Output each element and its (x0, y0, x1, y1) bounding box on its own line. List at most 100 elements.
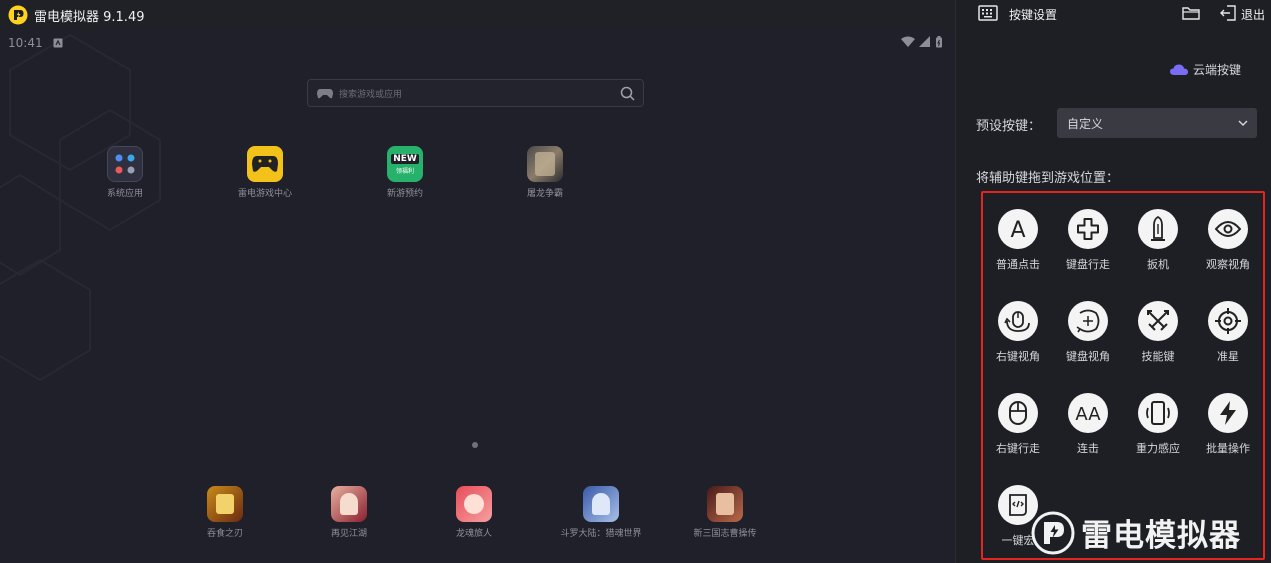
battery-icon (936, 36, 942, 48)
exit-button[interactable]: 退出 (1241, 6, 1265, 23)
key-label: 观察视角 (1206, 258, 1250, 271)
dock-app-4[interactable]: 斗罗大陆：猎魂世界 (559, 486, 643, 539)
keyboard-rotate-icon (1068, 301, 1108, 341)
game-art (535, 152, 555, 176)
game-center-icon (247, 146, 283, 182)
dpad-icon (1068, 209, 1108, 249)
letter-a-icon: A (998, 209, 1038, 249)
key-right-click-walk[interactable]: 右键行走 (983, 393, 1053, 456)
svg-text:AA: AA (1075, 404, 1101, 424)
status-bar: 10:41 (0, 30, 955, 56)
search-placeholder: 搜索游戏或应用 (339, 89, 403, 100)
watermark-text: 雷电模拟器 (1081, 518, 1241, 554)
app-label: 雷电游戏中心 (237, 189, 292, 199)
game-icon (707, 486, 743, 522)
drag-instruction: 将辅助键拖到游戏位置： (976, 171, 1120, 186)
key-right-click-view[interactable]: 右键视角 (983, 301, 1053, 364)
notification-icon (53, 38, 63, 48)
key-observe-view[interactable]: 观察视角 (1193, 209, 1263, 272)
key-skill[interactable]: 技能键 (1123, 301, 1193, 364)
app-game-center[interactable]: 雷电游戏中心 (225, 146, 305, 199)
ldplayer-watermark-logo-icon (1031, 511, 1075, 554)
game-icon (456, 486, 492, 522)
panel-title: 按键设置 (1009, 8, 1058, 22)
key-label: 批量操作 (1206, 442, 1250, 455)
game-art (716, 493, 734, 515)
key-batch-operation[interactable]: 批量操作 (1193, 393, 1263, 456)
key-label: 重力感应 (1136, 442, 1180, 455)
key-trigger[interactable]: 扳机 (1123, 209, 1193, 272)
app-label: 龙魂旅人 (455, 529, 492, 539)
emulator-window: 雷电模拟器 9.1.49 10:41 搜索游戏或应用 系统应用 雷电游戏中心 N… (0, 0, 1271, 563)
status-time: 10:41 (8, 36, 43, 50)
dock-app-1[interactable]: 吞食之刃 (185, 486, 265, 539)
signal-icon (919, 36, 930, 47)
lightning-icon (1208, 393, 1248, 433)
new-game-icon: NEW 领福利 (387, 146, 423, 182)
crossed-swords-icon (1138, 301, 1178, 341)
exit-icon[interactable] (1219, 5, 1237, 21)
key-settings-panel: 按键设置 退出 云端按键 预设按键： 自定义 将辅助键拖到游戏位置： A 普通点… (955, 0, 1271, 563)
search-icon[interactable] (620, 86, 635, 101)
cloud-keys-label: 云端按键 (1193, 63, 1242, 77)
game-icon (527, 146, 563, 182)
dock-app-3[interactable]: 龙魂旅人 (434, 486, 514, 539)
search-bar[interactable]: 搜索游戏或应用 (307, 79, 644, 107)
page-indicator (472, 442, 478, 448)
chevron-down-icon (1238, 120, 1248, 126)
preset-select[interactable]: 自定义 (1057, 108, 1257, 138)
panel-header: 按键设置 退出 (956, 0, 1271, 30)
crosshair-icon (1208, 301, 1248, 341)
key-combo[interactable]: AA 连击 (1053, 393, 1123, 456)
gamepad-icon (317, 88, 333, 98)
system-apps-icon (107, 146, 143, 182)
app-label: 系统应用 (106, 189, 143, 199)
cloud-keys-button[interactable]: 云端按键 (1170, 61, 1241, 78)
key-label: 键盘行走 (1066, 258, 1110, 271)
window-title: 雷电模拟器 9.1.49 (34, 9, 145, 25)
game-art (340, 493, 358, 515)
app-label: 斗罗大陆：猎魂世界 (560, 529, 642, 539)
dock-app-2[interactable]: 再见江湖 (309, 486, 389, 539)
game-icon (583, 486, 619, 522)
game-icon (331, 486, 367, 522)
key-label: 右键行走 (996, 442, 1040, 455)
key-label: 准星 (1217, 350, 1239, 363)
folder-icon[interactable] (1182, 5, 1200, 21)
new-badge: NEW (391, 153, 419, 164)
preset-value: 自定义 (1067, 116, 1104, 131)
dock-app-5[interactable]: 新三国志曹操传 (685, 486, 765, 539)
app-label: 新游预约 (386, 189, 423, 199)
key-label: 键盘视角 (1066, 350, 1110, 363)
game-art (464, 494, 484, 514)
assist-keys-grid: A 普通点击 键盘行走 扳机 观察视角 右键视角 键盘视角 技能键 准星 右键行… (981, 191, 1265, 560)
keyboard-icon (978, 5, 998, 21)
bullet-icon (1138, 209, 1178, 249)
android-screen: 10:41 搜索游戏或应用 系统应用 雷电游戏中心 NEW 领福利 新游预约 屠… (0, 30, 955, 563)
key-keyboard-view[interactable]: 键盘视角 (1053, 301, 1123, 364)
cloud-icon (1170, 64, 1188, 75)
app-game-tulong[interactable]: 屠龙争霸 (505, 146, 585, 199)
key-label: 技能键 (1141, 350, 1175, 363)
app-new-game[interactable]: NEW 领福利 新游预约 (365, 146, 445, 199)
preset-label: 预设按键： (976, 119, 1042, 134)
game-art (592, 493, 610, 515)
mouse-rotate-icon (998, 301, 1038, 341)
app-label: 吞食之刃 (206, 529, 243, 539)
app-system-apps[interactable]: 系统应用 (85, 146, 165, 199)
key-crosshair[interactable]: 准星 (1193, 301, 1263, 364)
key-label: 普通点击 (996, 258, 1040, 271)
ldplayer-logo-icon (8, 5, 28, 25)
key-label: 右键视角 (996, 350, 1040, 363)
key-label: 连击 (1077, 442, 1099, 455)
key-keyboard-walk[interactable]: 键盘行走 (1053, 209, 1123, 272)
key-normal-click[interactable]: A 普通点击 (983, 209, 1053, 272)
watermark: 雷电模拟器 (1031, 510, 1241, 555)
app-label: 屠龙争霸 (526, 189, 563, 199)
svg-text:A: A (1010, 218, 1025, 242)
app-label: 新三国志曹操传 (693, 529, 757, 539)
app-label: 再见江湖 (330, 529, 367, 539)
key-label: 扳机 (1147, 258, 1169, 271)
mouse-icon (998, 393, 1038, 433)
key-gravity-sensor[interactable]: 重力感应 (1123, 393, 1193, 456)
